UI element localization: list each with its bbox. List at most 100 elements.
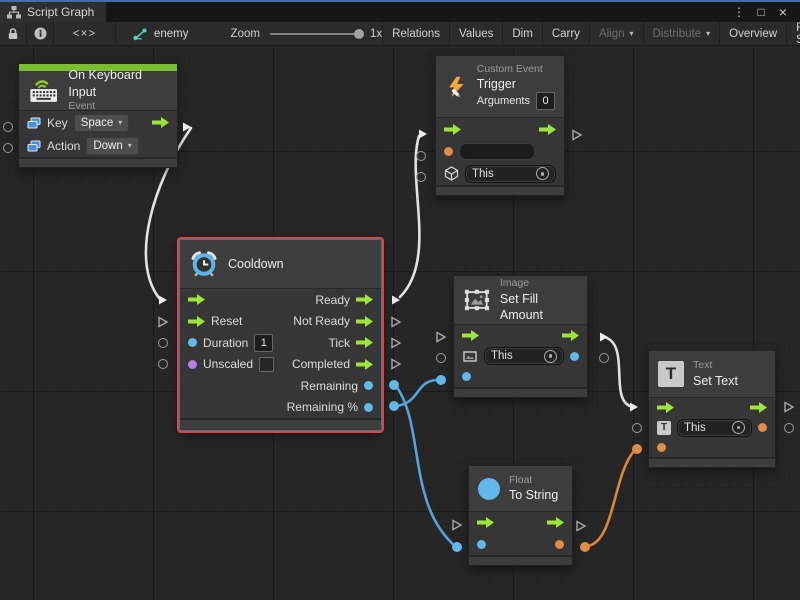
argument-field[interactable] — [459, 143, 535, 160]
enter-port[interactable] — [657, 402, 674, 413]
node-title: Set Fill Amount — [500, 291, 578, 324]
close-icon[interactable]: × — [774, 4, 792, 20]
cube-icon — [444, 166, 459, 181]
node-custom-event-trigger[interactable]: Custom Event Trigger Arguments 0 — [435, 55, 565, 196]
cooldown-ready-port-outer[interactable] — [391, 294, 402, 306]
image-output-port-outer[interactable] — [599, 353, 609, 363]
cooldown-reset-port-outer[interactable] — [158, 316, 169, 328]
image-enter-port-outer[interactable] — [436, 331, 447, 343]
node-image-set-fill-amount[interactable]: Image Set Fill Amount This — [453, 275, 588, 398]
text-output-port-outer[interactable] — [784, 423, 794, 433]
distribute-button[interactable]: Distribute▾ — [644, 22, 721, 46]
cooldown-notready-port-outer[interactable] — [391, 316, 402, 328]
notready-port[interactable] — [356, 316, 373, 327]
cooldown-unscaled-port-outer[interactable] — [158, 359, 168, 369]
overview-button[interactable]: Overview — [720, 22, 787, 46]
align-button[interactable]: Align▾ — [590, 22, 644, 46]
custom-event-target-port-outer[interactable] — [416, 172, 426, 182]
input-port[interactable] — [477, 540, 486, 549]
image-exit-port-outer[interactable] — [599, 331, 610, 343]
float-result-port-outer[interactable] — [580, 542, 590, 552]
custom-event-icon — [445, 72, 468, 102]
arguments-stepper[interactable]: 0 — [536, 92, 555, 110]
text-target-port-outer[interactable] — [632, 423, 642, 433]
custom-event-argument-port-outer[interactable] — [416, 151, 426, 161]
text-enter-port-outer[interactable] — [629, 401, 640, 413]
enter-port[interactable] — [444, 124, 461, 135]
duration-port[interactable] — [188, 338, 197, 347]
tab-script-graph[interactable]: Script Graph — [0, 2, 106, 22]
text-port[interactable] — [657, 443, 666, 452]
unscaled-port[interactable] — [188, 360, 197, 369]
node-on-keyboard-input[interactable]: On Keyboard Input Event Key Space▾ — [18, 63, 178, 168]
carry-button[interactable]: Carry — [543, 22, 590, 46]
action-dropdown[interactable]: Down▾ — [86, 137, 138, 155]
fullscreen-button[interactable]: Full Screen — [787, 22, 800, 46]
trigger-port[interactable] — [152, 117, 169, 128]
info-icon — [34, 27, 47, 40]
zoom-slider-handle[interactable] — [354, 29, 364, 39]
image-target-port-outer[interactable] — [436, 353, 446, 363]
maximize-icon[interactable]: □ — [752, 5, 770, 19]
target-dropdown[interactable]: This — [484, 347, 564, 365]
port-row-argument — [436, 140, 564, 162]
cooldown-tick-port-outer[interactable] — [391, 337, 402, 349]
duration-field[interactable]: 1 — [254, 334, 273, 352]
graph-canvas[interactable]: On Keyboard Input Event Key Space▾ — [0, 46, 800, 600]
dim-button[interactable]: Dim — [503, 22, 542, 46]
text-text-port-outer[interactable] — [632, 444, 642, 454]
node-cooldown[interactable]: Cooldown Ready Reset Not Ready — [179, 239, 382, 431]
exit-port[interactable] — [562, 330, 579, 341]
enter-port[interactable] — [188, 294, 205, 305]
completed-port[interactable] — [356, 359, 373, 370]
graph-breadcrumb[interactable]: enemy — [132, 27, 189, 41]
unscaled-port-label: Unscaled — [203, 357, 253, 371]
remaining-pct-port[interactable] — [364, 403, 373, 412]
enter-port[interactable] — [477, 517, 494, 528]
output-port[interactable] — [570, 352, 579, 361]
cooldown-remaining-pct-port-outer[interactable] — [389, 401, 399, 411]
float-exit-port-outer[interactable] — [576, 520, 587, 532]
cooldown-completed-port-outer[interactable] — [391, 358, 402, 370]
keyboard-key-port-outer[interactable] — [3, 122, 13, 132]
cooldown-remaining-port-outer[interactable] — [389, 380, 399, 390]
exit-port[interactable] — [547, 517, 564, 528]
key-dropdown[interactable]: Space▾ — [74, 114, 130, 132]
node-category: Float — [509, 474, 558, 488]
image-amount-port-outer[interactable] — [436, 375, 446, 385]
output-port[interactable] — [758, 423, 767, 432]
node-header: Cooldown — [180, 240, 381, 289]
lock-button[interactable] — [0, 22, 27, 46]
keyboard-trigger-port-outer[interactable] — [182, 121, 193, 133]
values-button[interactable]: Values — [450, 22, 503, 46]
cooldown-enter-port-outer[interactable] — [158, 294, 169, 306]
target-dropdown[interactable]: This — [465, 165, 556, 183]
argument-port[interactable] — [444, 147, 453, 156]
amount-port[interactable] — [462, 372, 471, 381]
port-row-target: This — [454, 346, 587, 367]
target-dropdown[interactable]: This — [677, 419, 752, 437]
reset-port[interactable] — [188, 316, 205, 327]
window-menu-icon[interactable]: ⋮ — [730, 5, 748, 19]
text-exit-port-outer[interactable] — [784, 401, 795, 413]
node-text-set-text[interactable]: T Text Set Text T This — [648, 350, 776, 468]
zoom-slider[interactable] — [270, 33, 362, 35]
custom-event-enter-port-outer[interactable] — [418, 128, 429, 140]
cooldown-duration-port-outer[interactable] — [158, 338, 168, 348]
node-float-to-string[interactable]: Float To String — [468, 465, 573, 566]
keyboard-action-port-outer[interactable] — [3, 143, 13, 153]
float-enter-port-outer[interactable] — [452, 519, 463, 531]
exit-port[interactable] — [750, 402, 767, 413]
float-input-port-outer[interactable] — [452, 542, 462, 552]
inspect-button[interactable] — [27, 22, 54, 46]
custom-event-exit-port-outer[interactable] — [572, 129, 583, 141]
ready-port[interactable] — [356, 294, 373, 305]
remaining-port[interactable] — [364, 381, 373, 390]
unscaled-checkbox[interactable] — [259, 357, 274, 372]
exit-port[interactable] — [539, 124, 556, 135]
relations-button[interactable]: Relations — [383, 22, 450, 46]
code-view-button[interactable]: <×> — [54, 22, 116, 46]
result-port[interactable] — [555, 540, 564, 549]
enter-port[interactable] — [462, 330, 479, 341]
tick-port[interactable] — [356, 337, 373, 348]
